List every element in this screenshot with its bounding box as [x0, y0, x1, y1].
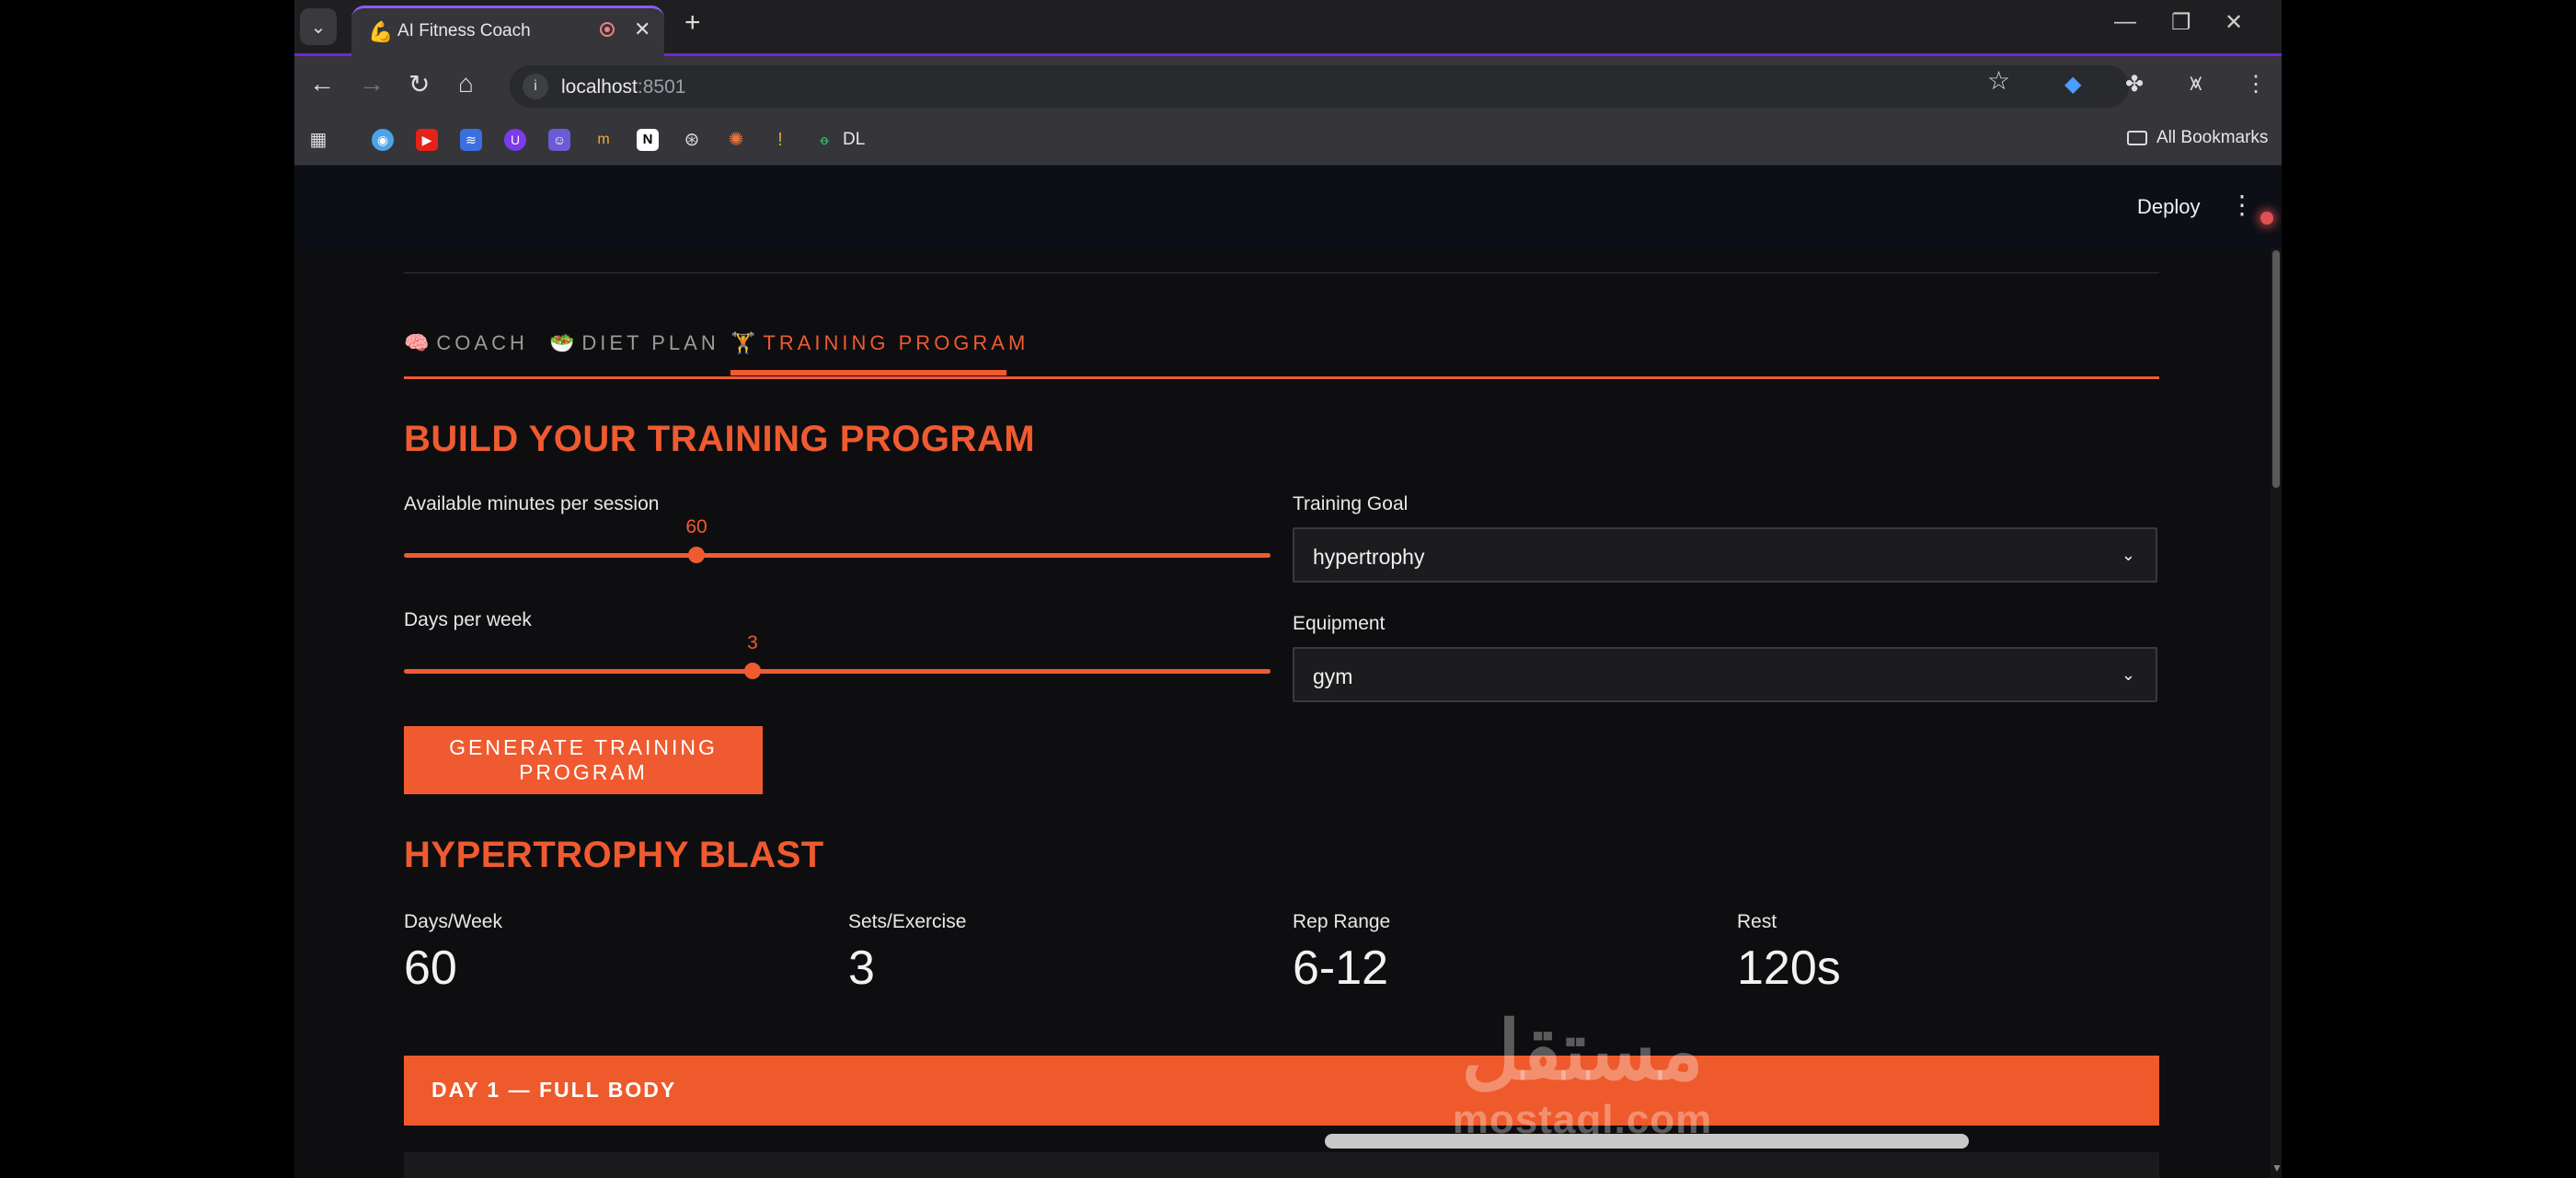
new-tab-icon[interactable]: + — [684, 7, 701, 39]
bookmarks-bar: ▦ ◉ ▶ ≋ U ☺ m N ⊛ ✺ ǃ ꝋ DL All Bookmarks — [294, 117, 2282, 166]
bookmark-openai-icon[interactable]: ⊛ — [681, 129, 703, 151]
equipment-label: Equipment — [1293, 613, 1386, 634]
section-divider — [404, 272, 2159, 273]
bookmark-star-icon[interactable]: ☆ — [1987, 65, 2010, 96]
address-bar[interactable]: i localhost:8501 — [510, 65, 2129, 108]
slider-track[interactable] — [404, 669, 1271, 674]
metric-sets-value: 3 — [848, 941, 875, 995]
tab-coach[interactable]: 🧠 COACH — [404, 331, 528, 377]
bookmark-torch-icon[interactable]: ǃ — [769, 129, 791, 151]
minutes-slider-label: Available minutes per session — [404, 493, 660, 514]
days-slider-label: Days per week — [404, 609, 532, 630]
browser-menu-icon[interactable]: ⋮ — [2245, 71, 2267, 98]
close-window-icon[interactable]: ✕ — [2225, 9, 2243, 36]
minutes-slider[interactable]: 60 — [404, 516, 1271, 573]
day-1-content — [404, 1152, 2159, 1178]
app-tabs: 🧠 COACH 🥗 DIET PLAN 🏋 TRAINING PROGRAM — [404, 331, 2159, 377]
profile-avatar-icon[interactable]: ⩙ — [2190, 71, 2202, 97]
forward-icon[interactable]: → — [359, 69, 385, 98]
metric-days-week-label: Days/Week — [404, 911, 502, 932]
close-tab-icon[interactable]: ✕ — [634, 17, 650, 41]
generate-training-program-button[interactable]: GENERATE TRAINING PROGRAM — [404, 726, 763, 794]
metric-days-week-value: 60 — [404, 941, 457, 995]
day-1-title: DAY 1 — FULL BODY — [431, 1078, 677, 1102]
app-menu-icon[interactable]: ⋮ — [2229, 190, 2255, 220]
tabs-border — [404, 376, 2159, 379]
bookmark-stack-icon[interactable]: ≋ — [460, 129, 482, 151]
equipment-value: gym — [1313, 664, 1353, 688]
home-icon[interactable]: ⌂ — [458, 69, 474, 98]
bookmark-youtube-icon[interactable]: ▶ — [416, 129, 438, 151]
metric-rest-label: Rest — [1737, 911, 1777, 932]
reload-icon[interactable]: ↻ — [408, 69, 430, 99]
weightlifter-icon: 🏋 — [730, 331, 756, 354]
slider-track[interactable] — [404, 553, 1271, 558]
metric-rep-range-value: 6-12 — [1293, 941, 1389, 995]
bookmark-dl[interactable]: DL — [843, 130, 865, 150]
chevron-down-icon: ⌄ — [2121, 546, 2135, 564]
extensions-puzzle-icon[interactable]: ✤ — [2125, 71, 2144, 98]
bookmark-gfg-icon[interactable]: ꝋ — [813, 129, 835, 151]
flexed-biceps-icon: 💪 — [368, 20, 394, 43]
folder-icon — [2127, 130, 2147, 145]
site-info-icon[interactable]: i — [523, 74, 548, 99]
recording-icon — [600, 22, 615, 37]
active-tab-indicator — [730, 370, 1006, 375]
metric-sets-label: Sets/Exercise — [848, 911, 967, 932]
app-main — [294, 248, 2271, 1178]
tab-title: AI Fitness Coach — [397, 21, 531, 40]
salad-icon: 🥗 — [549, 331, 575, 354]
all-bookmarks[interactable]: All Bookmarks — [2127, 128, 2268, 148]
url-text: localhost:8501 — [561, 76, 686, 98]
chevron-down-icon: ⌄ — [2121, 665, 2135, 684]
video-progress-pill[interactable] — [1325, 1134, 1969, 1149]
app-header: Deploy ⋮ — [294, 166, 2282, 248]
bookmark-sparkle-icon[interactable]: ✺ — [725, 129, 747, 151]
extension-diamond-icon[interactable]: ◆ — [2064, 71, 2081, 98]
bookmark-portrait-icon[interactable]: ☺ — [548, 129, 570, 151]
running-status-indicator — [2260, 212, 2273, 225]
days-slider[interactable]: 3 — [404, 632, 1271, 689]
slider-thumb[interactable] — [744, 663, 761, 679]
day-1-header[interactable]: DAY 1 — FULL BODY — [404, 1056, 2159, 1126]
browser-tab[interactable]: 💪 AI Fitness Coach ✕ — [351, 6, 664, 56]
training-goal-select[interactable]: hypertrophy ⌄ — [1293, 527, 2157, 583]
chevron-down-icon: ⌄ — [310, 17, 327, 38]
section-title: BUILD YOUR TRAINING PROGRAM — [404, 419, 1036, 459]
browser-toolbar: ← → ↻ ⌂ i localhost:8501 ☆ ◆ ✤ ⩙ ⋮ — [294, 56, 2282, 117]
brain-icon: 🧠 — [404, 331, 430, 354]
bookmark-notion-icon[interactable]: N — [637, 129, 659, 151]
apps-grid-icon[interactable]: ▦ — [307, 129, 329, 151]
training-goal-value: hypertrophy — [1313, 545, 1425, 569]
equipment-select[interactable]: gym ⌄ — [1293, 647, 2157, 702]
training-goal-label: Training Goal — [1293, 493, 1409, 514]
restore-icon[interactable]: ❐ — [2171, 9, 2191, 36]
deploy-button[interactable]: Deploy — [2137, 195, 2200, 219]
scroll-down-arrow-icon[interactable]: ▼ — [2271, 1161, 2282, 1174]
slider-value: 3 — [747, 632, 758, 653]
tab-diet-plan[interactable]: 🥗 DIET PLAN — [549, 331, 719, 377]
metric-rep-range-label: Rep Range — [1293, 911, 1391, 932]
bookmark-m-icon[interactable]: m — [592, 129, 615, 151]
tab-search-button[interactable]: ⌄ — [300, 8, 337, 45]
browser-window: ⌄ 💪 AI Fitness Coach ✕ + — ❐ ✕ ← → ↻ ⌂ i… — [294, 0, 2282, 1178]
metric-rest-value: 120s — [1737, 941, 1841, 995]
slider-thumb[interactable] — [688, 547, 705, 563]
tab-strip: ⌄ 💪 AI Fitness Coach ✕ + — ❐ ✕ — [294, 0, 2282, 56]
bookmark-u-icon[interactable]: U — [504, 129, 526, 151]
back-icon[interactable]: ← — [309, 69, 335, 98]
scrollbar-thumb[interactable] — [2272, 250, 2280, 488]
program-title: HYPERTROPHY BLAST — [404, 835, 824, 875]
slider-value: 60 — [685, 516, 707, 537]
bookmark-globe-icon[interactable]: ◉ — [372, 129, 394, 151]
minimize-icon[interactable]: — — [2114, 9, 2136, 35]
